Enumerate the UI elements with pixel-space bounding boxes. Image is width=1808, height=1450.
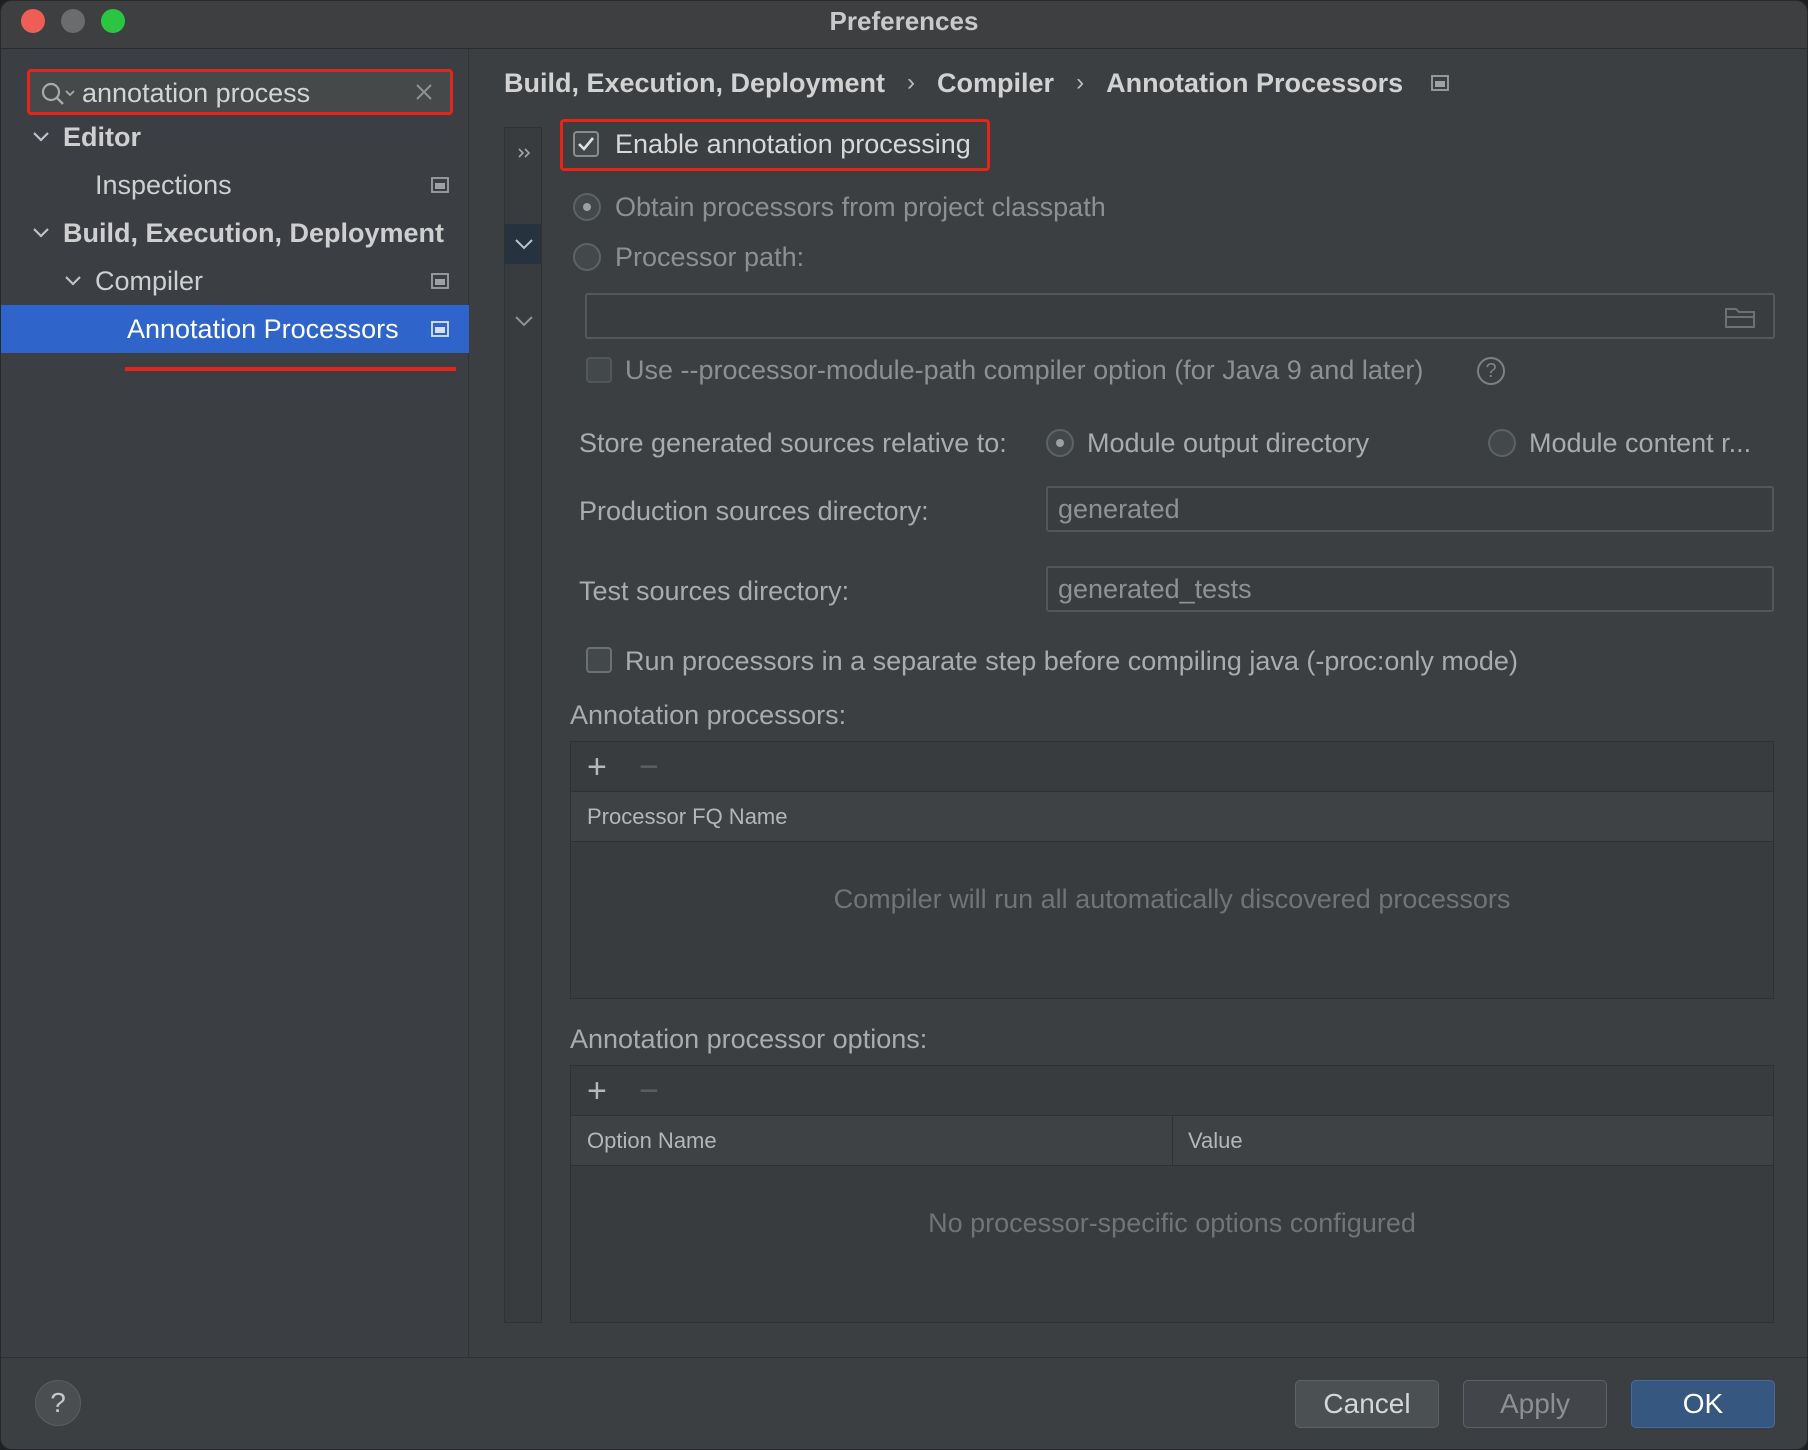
module-content-label[interactable]: Module content r... [1529,426,1751,460]
column-header-value[interactable]: Value [1188,1116,1243,1166]
chevron-down-icon[interactable] [511,231,537,257]
help-icon[interactable]: ? [1477,357,1505,385]
project-settings-icon [431,273,449,289]
selection-underline [125,367,456,371]
options-table: + − Option Name Value No processor-speci… [570,1065,1774,1323]
column-header-processor-fq-name[interactable]: Processor FQ Name [587,792,788,842]
column-header-option-name[interactable]: Option Name [587,1116,717,1166]
processors-section-title: Annotation processors: [570,700,847,730]
title-bar: Preferences [1,1,1807,49]
chevron-down-icon[interactable] [63,271,83,291]
project-settings-icon [431,177,449,193]
search-box[interactable] [27,69,453,115]
test-dir-field[interactable]: generated_tests [1046,566,1774,612]
add-processor-button[interactable]: + [587,750,607,784]
project-settings-icon [431,321,449,337]
separate-step-label[interactable]: Run processors in a separate step before… [625,644,1518,678]
preferences-window: Preferences Editor Inspections [0,0,1808,1450]
module-content-radio[interactable] [1488,429,1516,457]
obtain-classpath-label[interactable]: Obtain processors from project classpath [615,190,1106,224]
enable-annotation-label[interactable]: Enable annotation processing [615,127,971,161]
breadcrumb-separator: › [907,69,916,96]
column-divider[interactable] [1172,1116,1173,1166]
help-button[interactable]: ? [35,1380,81,1426]
sidebar-item-label: Inspections [95,170,232,200]
chevron-down-icon[interactable] [31,223,51,243]
module-output-label[interactable]: Module output directory [1087,426,1369,460]
search-input[interactable] [82,76,392,110]
cancel-button[interactable]: Cancel [1295,1380,1439,1428]
obtain-classpath-radio[interactable] [573,193,601,221]
options-toolbar: + − [571,1066,1773,1116]
breadcrumb-item: Annotation Processors [1106,68,1404,98]
module-path-checkbox[interactable] [586,357,612,383]
close-icon[interactable] [412,80,436,104]
breadcrumb-separator: › [1076,69,1085,96]
processors-empty-text: Compiler will run all automatically disc… [833,884,1511,914]
options-empty-text: No processor-specific options configured [928,1208,1416,1238]
project-settings-icon [1431,75,1450,91]
options-section-title: Annotation processor options: [570,1024,928,1054]
checkmark-icon [578,137,595,151]
sidebar-item-label: Annotation Processors [127,314,399,344]
processor-path-field[interactable] [585,293,1775,339]
module-path-label[interactable]: Use --processor-module-path compiler opt… [625,353,1423,387]
expand-icon[interactable] [511,140,537,166]
sidebar-item-label: Editor [63,122,141,152]
chevron-down-icon[interactable] [511,308,537,334]
processors-table-header: Processor FQ Name [571,792,1773,842]
close-window-button[interactable] [21,9,45,33]
apply-button[interactable]: Apply [1463,1380,1607,1428]
test-dir-label: Test sources directory: [579,576,850,606]
maximize-window-button[interactable] [101,9,125,33]
separate-step-checkbox[interactable] [586,647,612,673]
production-dir-field[interactable]: generated [1046,486,1774,532]
processor-path-label[interactable]: Processor path: [615,240,804,274]
sidebar-item-editor[interactable]: Editor [1,113,469,161]
sidebar-item-annotation-processors[interactable]: Annotation Processors [1,305,469,353]
breadcrumb: Build, Execution, Deployment › Compiler … [504,63,1450,103]
enable-annotation-checkbox[interactable] [573,131,599,157]
production-dir-label: Production sources directory: [579,496,929,526]
sidebar-item-compiler[interactable]: Compiler [1,257,469,305]
sidebar: Editor Inspections Build, Execution, Dep… [1,49,469,1357]
remove-option-button[interactable]: − [639,1074,659,1108]
processors-table: + − Processor FQ Name Compiler will run … [570,741,1774,999]
module-output-radio[interactable] [1046,429,1074,457]
window-title: Preferences [829,6,979,36]
settings-content: Build, Execution, Deployment › Compiler … [470,49,1807,1357]
store-sources-label: Store generated sources relative to: [579,428,1007,458]
breadcrumb-item[interactable]: Build, Execution, Deployment [504,63,885,103]
folder-icon[interactable] [1724,305,1756,329]
processors-toolbar: + − [571,742,1773,792]
sidebar-item-label: Build, Execution, Deployment [63,218,445,248]
sidebar-item-inspections[interactable]: Inspections [1,161,469,209]
options-table-header: Option Name Value [571,1116,1773,1166]
breadcrumb-item[interactable]: Compiler [937,63,1054,103]
chevron-down-icon[interactable] [31,127,51,147]
search-icon[interactable] [40,80,78,108]
processor-path-radio[interactable] [573,243,601,271]
profiles-gutter [504,127,542,1323]
dialog-button-bar: ? Cancel Apply OK [1,1357,1807,1449]
add-option-button[interactable]: + [587,1074,607,1108]
sidebar-item-build-execution-deployment[interactable]: Build, Execution, Deployment [1,209,469,257]
ok-button[interactable]: OK [1631,1380,1775,1428]
remove-processor-button[interactable]: − [639,750,659,784]
minimize-window-button[interactable] [61,9,85,33]
sidebar-item-label: Compiler [95,266,204,296]
